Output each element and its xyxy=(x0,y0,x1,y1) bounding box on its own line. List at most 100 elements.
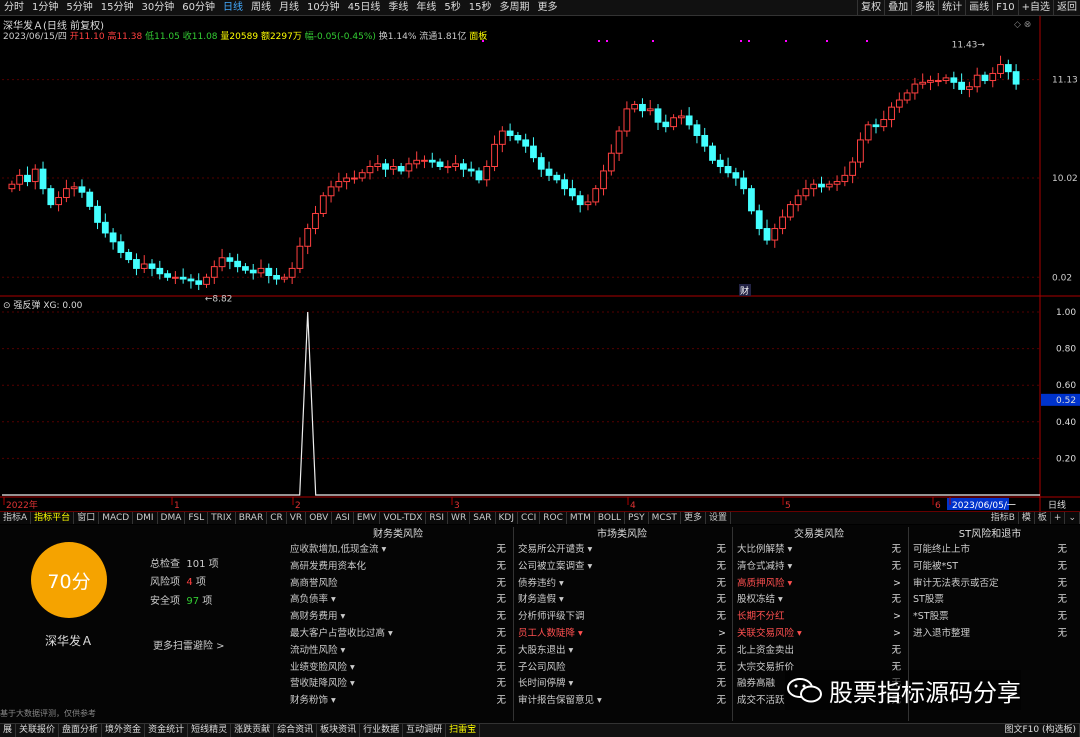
tab-control-icon[interactable]: + xyxy=(1051,512,1066,524)
indicator-tab[interactable]: ROC xyxy=(540,512,567,524)
risk-row[interactable]: 债券违约 ▾ 无 xyxy=(515,576,729,593)
risk-row[interactable]: 长时间停牌 ▾ 无 xyxy=(515,676,729,693)
risk-row[interactable]: 流动性风险 ▾ 无 xyxy=(287,643,509,660)
candle-body xyxy=(374,163,382,168)
indicator-tab[interactable]: BOLL xyxy=(595,512,626,524)
bottom-tab[interactable]: 互动调研 xyxy=(403,724,447,737)
risk-unit: 项 xyxy=(195,577,206,588)
indicator-tab[interactable]: TRIX xyxy=(208,512,236,524)
risk-row[interactable]: *ST股票 无 xyxy=(910,609,1070,626)
risk-row[interactable]: 高研发费用资本化 无 xyxy=(287,559,509,576)
indicator-tab[interactable]: 窗口 xyxy=(74,512,100,524)
risk-row[interactable]: ST股票 无 xyxy=(910,592,1070,609)
risk-status: 无 xyxy=(716,678,726,690)
bottom-tab[interactable]: 扫雷宝 xyxy=(446,724,481,737)
risk-row[interactable]: 子公司风险 无 xyxy=(515,660,729,677)
risk-row[interactable]: 交易所公开谴责 ▾ 无 xyxy=(515,542,729,559)
candle-body xyxy=(545,168,553,176)
more-scan-link[interactable]: 更多扫雷避险 > xyxy=(153,637,225,652)
indicator-tab[interactable]: CCI xyxy=(518,512,541,524)
indicator-tab[interactable]: ASI xyxy=(332,512,354,524)
board-link[interactable]: 面板 xyxy=(469,32,487,42)
risk-count: 风险项 4 项 xyxy=(150,573,206,588)
indicator-tab-right[interactable]: 板 xyxy=(1035,512,1051,524)
bottom-tab[interactable]: 板块资讯 xyxy=(317,724,361,737)
candle-body xyxy=(413,159,421,165)
change-label: 幅 xyxy=(304,32,314,42)
risk-row[interactable]: 长期不分红 > xyxy=(734,609,904,626)
indicator-tab[interactable]: OBV xyxy=(306,512,333,524)
bottom-tab[interactable]: 关联报价 xyxy=(16,724,60,737)
risk-row[interactable]: 清仓式减持 ▾ 无 xyxy=(734,559,904,576)
indicator-tab[interactable]: VOL-TDX xyxy=(380,512,427,524)
risk-row[interactable]: 审计报告保留意见 ▾ 无 xyxy=(515,693,729,710)
indicator-tab[interactable]: BRAR xyxy=(236,512,268,524)
risk-row[interactable]: 财务造假 ▾ 无 xyxy=(515,592,729,609)
candle-body xyxy=(444,166,452,168)
risk-row[interactable]: 营收陡降风险 ▾ 无 xyxy=(287,676,509,693)
risk-row[interactable]: 高质押风险 ▾ > xyxy=(734,576,904,593)
indicator-tab-right[interactable]: 模 xyxy=(1019,512,1035,524)
risk-row[interactable]: 业绩变脸风险 ▾ 无 xyxy=(287,660,509,677)
indicator-tab[interactable]: 指标平台 xyxy=(31,512,75,524)
bottom-tab[interactable]: 盘面分析 xyxy=(59,724,103,737)
risk-row[interactable]: 分析师评级下调 无 xyxy=(515,609,729,626)
risk-row[interactable]: 可能被*ST 无 xyxy=(910,559,1070,576)
risk-row[interactable]: 高财务费用 ▾ 无 xyxy=(287,609,509,626)
indicator-tab[interactable]: WR xyxy=(448,512,471,524)
kline-chart-area[interactable]: 11.13 10.02 0.02 ←8.82 11.43→ 财 ◇ ⊗ 1.00 0.80 0.6… xyxy=(0,0,1080,511)
bottom-tab[interactable]: 资金统计 xyxy=(145,724,189,737)
candle-body xyxy=(903,92,911,101)
risk-row[interactable]: 最大客户占营收比过高 ▾ 无 xyxy=(287,626,509,643)
indicator-toggle-icon[interactable]: ⊙ xyxy=(3,301,11,311)
candle-body xyxy=(397,166,405,172)
candle-body xyxy=(748,188,755,212)
indicator-tab[interactable]: FSL xyxy=(185,512,209,524)
risk-label: 业绩变脸风险 ▾ xyxy=(290,661,355,673)
bottom-tab[interactable]: 行业数据 xyxy=(360,724,404,737)
indicator-tab[interactable]: CR xyxy=(267,512,287,524)
indicator-tab[interactable]: VR xyxy=(287,512,307,524)
risk-row[interactable]: 审计无法表示或否定 无 xyxy=(910,576,1070,593)
indicator-tab[interactable]: DMA xyxy=(158,512,186,524)
bottom-tab[interactable]: 涨跌贡献 xyxy=(231,724,275,737)
risk-row[interactable]: 关联交易风险 ▾ > xyxy=(734,626,904,643)
pane-controls-icon[interactable]: ◇ ⊗ xyxy=(1014,20,1031,30)
indicator-tab[interactable]: MACD xyxy=(99,512,134,524)
indicator-tab[interactable]: EMV xyxy=(354,512,381,524)
bottom-tab[interactable]: 综合资讯 xyxy=(274,724,318,737)
bottom-tab[interactable]: 境外资金 xyxy=(102,724,146,737)
risk-row[interactable]: 财务粉饰 ▾ 无 xyxy=(287,693,509,710)
indicator-tab[interactable]: PSY xyxy=(625,512,649,524)
indicator-tab[interactable]: MTM xyxy=(567,512,595,524)
risk-label: 可能被*ST xyxy=(913,560,959,572)
risk-row[interactable]: 北上资金卖出 无 xyxy=(734,643,904,660)
indicator-tab[interactable]: KDJ xyxy=(496,512,518,524)
event-marker-label[interactable]: 财 xyxy=(740,285,749,297)
risk-row[interactable]: 高商誉风险 无 xyxy=(287,576,509,593)
risk-row[interactable]: 可能终止上市 无 xyxy=(910,542,1070,559)
risk-row[interactable]: 大股东退出 ▾ 无 xyxy=(515,643,729,660)
risk-status: 无 xyxy=(496,544,506,555)
risk-row[interactable]: 高负债率 ▾ 无 xyxy=(287,592,509,609)
risk-row[interactable]: 进入退市整理 无 xyxy=(910,626,1070,643)
risk-row[interactable]: 股权冻结 ▾ 无 xyxy=(734,592,904,609)
risk-row[interactable]: 公司被立案调查 ▾ 无 xyxy=(515,559,729,576)
indicator-tab[interactable]: MCST xyxy=(649,512,681,524)
indicator-tab[interactable]: DMI xyxy=(133,512,158,524)
indicator-tab[interactable]: SAR xyxy=(470,512,496,524)
candle-body xyxy=(24,174,31,183)
candle-body xyxy=(242,266,249,271)
bottom-tab[interactable]: 展 xyxy=(0,724,17,737)
indicator-tab[interactable]: 设置 xyxy=(706,512,731,524)
risk-row[interactable]: 大比例解禁 ▾ 无 xyxy=(734,542,904,559)
indicator-tab[interactable]: 指标A xyxy=(0,512,32,524)
indicator-tab[interactable]: RSI xyxy=(426,512,449,524)
bottom-right-button[interactable]: 图文F10 (构选板) xyxy=(1001,724,1080,737)
risk-row[interactable]: 应收款增加,低现金流 ▾ 无 xyxy=(287,542,509,559)
tab-control-icon[interactable]: ⌄ xyxy=(1065,512,1080,524)
risk-row[interactable]: 员工人数陡降 ▾ > xyxy=(515,626,729,643)
indicator-tab-right[interactable]: 指标B xyxy=(988,512,1019,524)
bottom-tab[interactable]: 短线精灵 xyxy=(188,724,232,737)
indicator-tab[interactable]: 更多 xyxy=(681,512,706,524)
